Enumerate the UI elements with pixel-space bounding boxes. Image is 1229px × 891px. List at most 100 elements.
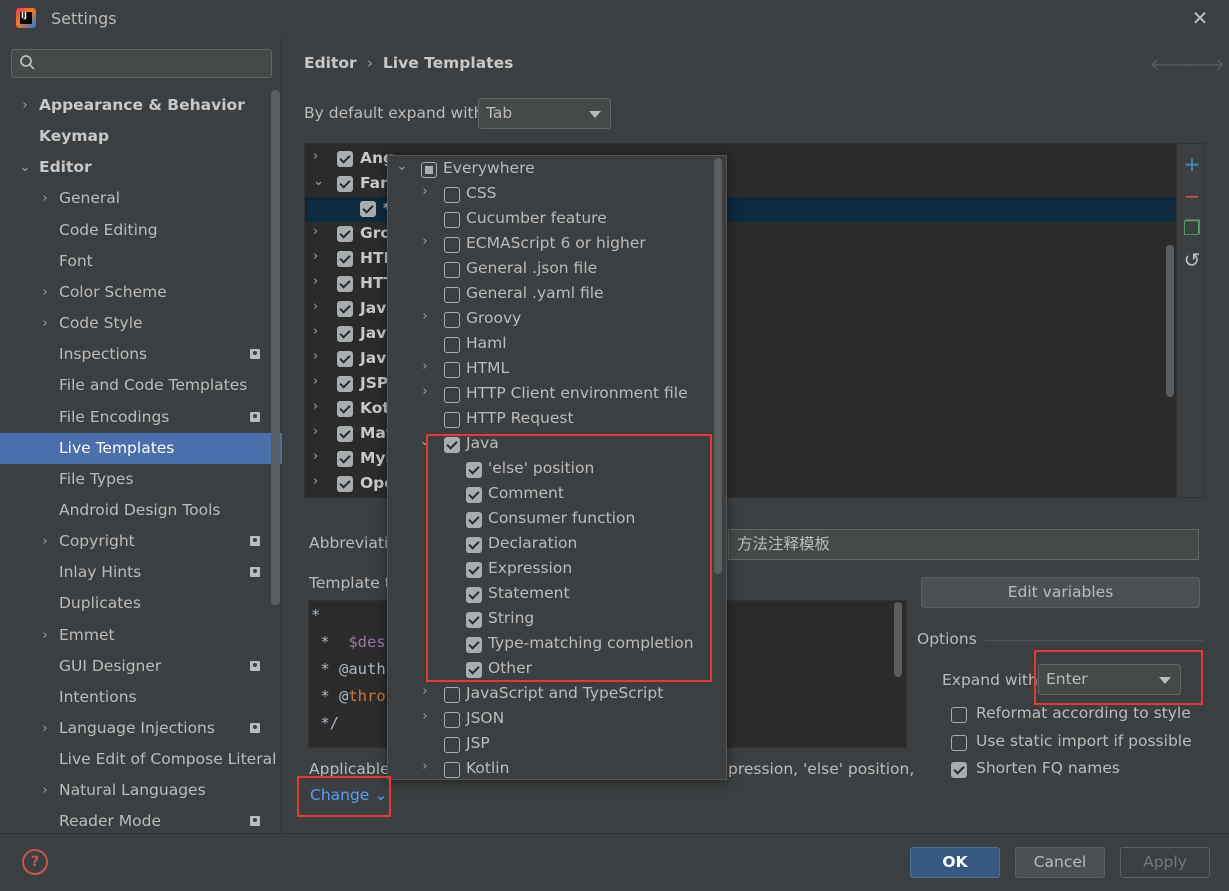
chevron-right-icon[interactable]: › xyxy=(38,277,52,308)
sidebar-item-copyright[interactable]: › Copyright xyxy=(0,526,282,557)
chevron-right-icon[interactable]: › xyxy=(313,374,318,389)
breadcrumb-editor[interactable]: Editor xyxy=(304,54,357,72)
chevron-down-icon[interactable]: ⌄ xyxy=(313,174,324,189)
context-item-ecmascript-6-or-higher[interactable]: › ECMAScript 6 or higher xyxy=(388,232,718,257)
chevron-right-icon[interactable]: › xyxy=(313,149,318,164)
context-checkbox[interactable] xyxy=(444,737,460,753)
chevron-right-icon[interactable]: › xyxy=(313,299,318,314)
chevron-right-icon[interactable]: › xyxy=(313,324,318,339)
template-group-checkbox[interactable] xyxy=(337,301,353,317)
sidebar-item-natural-languages[interactable]: › Natural Languages xyxy=(0,775,282,806)
sidebar-item-inlay-hints[interactable]: Inlay Hints xyxy=(0,557,282,588)
context-item-groovy[interactable]: › Groovy xyxy=(388,307,718,332)
add-icon[interactable]: + xyxy=(1182,154,1202,174)
chevron-right-icon[interactable]: › xyxy=(313,274,318,289)
sidebar-item-duplicates[interactable]: Duplicates xyxy=(0,588,282,619)
chevron-right-icon[interactable]: › xyxy=(38,713,52,744)
context-item-general-json-file[interactable]: General .json file xyxy=(388,257,718,282)
sidebar-item-file-types[interactable]: File Types xyxy=(0,464,282,495)
description-field[interactable]: 方法注释模板 xyxy=(728,529,1199,560)
chevron-down-icon[interactable]: ⌄ xyxy=(396,159,408,174)
template-group-checkbox[interactable] xyxy=(337,226,353,242)
context-checkbox[interactable] xyxy=(444,212,460,228)
template-group-checkbox[interactable] xyxy=(337,376,353,392)
sidebar-item-keymap[interactable]: Keymap xyxy=(0,121,282,152)
context-checkbox[interactable] xyxy=(444,337,460,353)
context-item-jsp[interactable]: JSP xyxy=(388,732,718,757)
edit-variables-button[interactable]: Edit variables xyxy=(921,577,1200,608)
sidebar-item-intentions[interactable]: Intentions xyxy=(0,682,282,713)
template-group-checkbox[interactable] xyxy=(337,451,353,467)
chevron-right-icon[interactable]: › xyxy=(419,309,431,324)
template-group-checkbox[interactable] xyxy=(337,326,353,342)
chevron-right-icon[interactable]: › xyxy=(313,449,318,464)
context-checkbox[interactable] xyxy=(444,187,460,203)
ok-button[interactable]: OK xyxy=(910,847,1000,878)
sidebar-item-live-templates[interactable]: Live Templates xyxy=(0,432,282,464)
context-checkbox[interactable] xyxy=(444,287,460,303)
context-item-everywhere[interactable]: ⌄ Everywhere xyxy=(388,157,718,182)
context-checkbox[interactable] xyxy=(444,412,460,428)
expand-default-select[interactable]: Tab xyxy=(478,98,611,129)
context-item-cucumber-feature[interactable]: Cucumber feature xyxy=(388,207,718,232)
chevron-right-icon[interactable]: › xyxy=(313,224,318,239)
option-checkbox[interactable] xyxy=(951,762,967,778)
sidebar-item-live-edit-of-compose-literal[interactable]: Live Edit of Compose Literal xyxy=(0,744,282,775)
sidebar-item-general[interactable]: › General xyxy=(0,183,282,214)
chevron-right-icon[interactable]: › xyxy=(419,384,431,399)
chevron-right-icon[interactable]: › xyxy=(419,234,431,249)
sidebar-item-editor[interactable]: ⌄ Editor xyxy=(0,152,282,183)
close-icon[interactable]: ✕ xyxy=(1188,6,1212,30)
chevron-right-icon[interactable]: › xyxy=(419,359,431,374)
cancel-button[interactable]: Cancel xyxy=(1015,847,1105,878)
sidebar-item-file-encodings[interactable]: File Encodings xyxy=(0,402,282,433)
template-group-checkbox[interactable] xyxy=(337,426,353,442)
chevron-right-icon[interactable]: › xyxy=(313,474,318,489)
settings-search-input[interactable] xyxy=(11,49,272,78)
context-item-http-client-environment-file[interactable]: › HTTP Client environment file xyxy=(388,382,718,407)
sidebar-item-android-design-tools[interactable]: Android Design Tools xyxy=(0,495,282,526)
chevron-right-icon[interactable]: › xyxy=(419,709,431,724)
template-group-checkbox[interactable] xyxy=(337,176,353,192)
template-group-checkbox[interactable] xyxy=(337,276,353,292)
context-item-kotlin[interactable]: › Kotlin xyxy=(388,757,718,779)
sidebar-item-font[interactable]: Font xyxy=(0,246,282,277)
help-icon[interactable]: ? xyxy=(22,849,48,875)
sidebar-item-color-scheme[interactable]: › Color Scheme xyxy=(0,277,282,308)
sidebar-item-gui-designer[interactable]: GUI Designer xyxy=(0,651,282,682)
template-text-scrollbar[interactable] xyxy=(894,602,902,677)
chevron-down-icon[interactable]: ⌄ xyxy=(18,152,32,183)
chevron-right-icon[interactable]: › xyxy=(38,775,52,806)
context-checkbox[interactable] xyxy=(444,712,460,728)
context-popup-scrollbar[interactable] xyxy=(714,158,722,574)
chevron-right-icon[interactable]: › xyxy=(419,184,431,199)
sidebar-item-inspections[interactable]: Inspections xyxy=(0,339,282,370)
sidebar-item-file-and-code-templates[interactable]: File and Code Templates xyxy=(0,370,282,401)
restore-icon[interactable]: ↺ xyxy=(1182,250,1202,270)
chevron-right-icon[interactable]: › xyxy=(313,349,318,364)
context-checkbox[interactable] xyxy=(444,687,460,703)
chevron-right-icon[interactable]: › xyxy=(313,249,318,264)
template-group-checkbox[interactable] xyxy=(337,151,353,167)
option-checkbox[interactable] xyxy=(951,707,967,723)
arrow-right-icon[interactable]: 🡒 xyxy=(1182,54,1225,74)
context-item-general-yaml-file[interactable]: General .yaml file xyxy=(388,282,718,307)
template-group-checkbox[interactable] xyxy=(337,476,353,492)
remove-icon[interactable]: − xyxy=(1182,186,1202,206)
template-group-checkbox[interactable] xyxy=(337,251,353,267)
context-checkbox[interactable] xyxy=(444,762,460,778)
context-checkbox[interactable] xyxy=(444,312,460,328)
context-checkbox[interactable] xyxy=(444,387,460,403)
context-checkbox[interactable] xyxy=(444,362,460,378)
sidebar-scrollbar[interactable] xyxy=(271,90,280,605)
context-checkbox[interactable] xyxy=(421,162,437,178)
template-group-checkbox[interactable] xyxy=(360,201,376,217)
chevron-right-icon[interactable]: › xyxy=(313,424,318,439)
chevron-right-icon[interactable]: › xyxy=(419,684,431,699)
chevron-right-icon[interactable]: › xyxy=(419,759,431,774)
sidebar-item-code-style[interactable]: › Code Style xyxy=(0,308,282,339)
context-item-http-request[interactable]: HTTP Request xyxy=(388,407,718,432)
chevron-right-icon[interactable]: › xyxy=(38,183,52,214)
template-group-checkbox[interactable] xyxy=(337,401,353,417)
context-checkbox[interactable] xyxy=(444,262,460,278)
